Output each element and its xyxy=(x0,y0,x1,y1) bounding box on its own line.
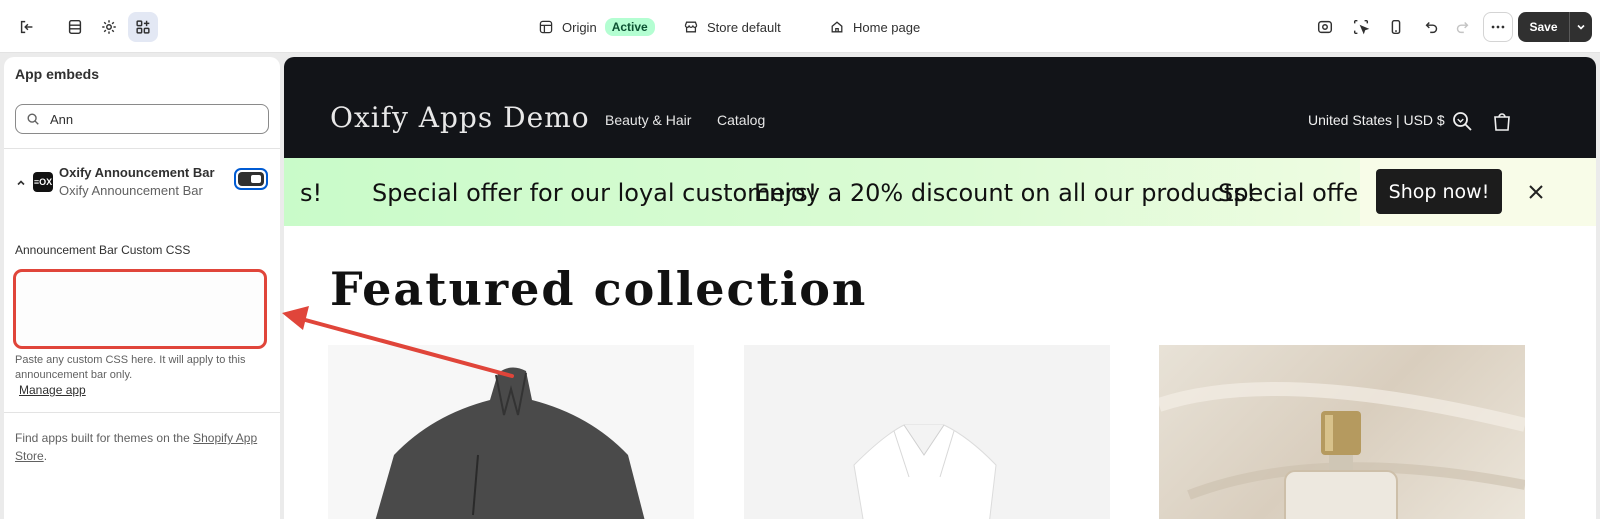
store-icon xyxy=(684,21,698,33)
currency-selector[interactable]: United States | USD $ xyxy=(1308,112,1466,128)
mobile-icon xyxy=(1391,19,1401,35)
search-icon xyxy=(27,113,39,125)
theme-settings-button[interactable] xyxy=(94,12,124,42)
search-field[interactable] xyxy=(15,104,269,134)
coat-image xyxy=(375,367,645,519)
save-button[interactable]: Save xyxy=(1518,12,1570,42)
inspector-button[interactable] xyxy=(1310,12,1340,42)
save-menu-button[interactable] xyxy=(1570,12,1592,42)
mobile-preview-button[interactable] xyxy=(1381,12,1411,42)
app-embeds-button[interactable] xyxy=(128,12,158,42)
divider xyxy=(4,148,280,149)
shirt-image xyxy=(853,424,997,519)
gear-icon xyxy=(102,20,116,34)
home-icon xyxy=(831,21,843,33)
currency-label: United States | USD $ xyxy=(1308,112,1445,128)
perfume-image xyxy=(1156,382,1527,519)
nav-link-catalog[interactable]: Catalog xyxy=(717,112,765,128)
app-store-note-text: Find apps built for themes on the xyxy=(15,431,194,445)
sections-icon xyxy=(68,19,82,35)
app-store-note: Find apps built for themes on the Shopif… xyxy=(15,429,270,465)
app-embed-subtitle: Oxify Announcement Bar xyxy=(59,183,203,198)
exit-button[interactable] xyxy=(12,12,42,42)
toggle-track xyxy=(238,172,264,186)
custom-css-help: Paste any custom CSS here. It will apply… xyxy=(15,354,246,381)
announcement-fragment: s! xyxy=(300,179,323,207)
note-period: . xyxy=(43,449,48,463)
app-logo-icon: ≡OX xyxy=(33,172,53,192)
storefront-preview: Oxify Apps Demo Beauty & Hair Catalog Un… xyxy=(284,57,1596,519)
select-element-button[interactable] xyxy=(1346,12,1376,42)
custom-css-textarea[interactable] xyxy=(13,269,267,349)
store-label: Store default xyxy=(707,19,781,35)
cart-icon[interactable] xyxy=(1491,110,1513,132)
product-card-coat[interactable] xyxy=(328,345,694,519)
divider xyxy=(4,412,280,413)
app-embed-toggle[interactable] xyxy=(234,168,268,190)
redo-button[interactable] xyxy=(1447,12,1477,42)
announcement-message: Special offer for our loyal customers! xyxy=(372,179,818,207)
chevron-down-icon xyxy=(1577,24,1585,30)
editor-topbar: Origin Active Store default Home page Sa… xyxy=(0,0,1600,53)
store-selector[interactable]: Store default xyxy=(683,17,781,37)
product-card-perfume[interactable] xyxy=(1156,345,1527,519)
save-button-group: Save xyxy=(1518,12,1592,42)
panel-title: App embeds xyxy=(15,66,100,82)
store-header: Oxify Apps Demo Beauty & Hair Catalog Un… xyxy=(284,57,1596,158)
undo-icon xyxy=(1425,21,1438,34)
search-icon[interactable] xyxy=(1451,110,1473,132)
more-actions-button[interactable] xyxy=(1483,12,1513,42)
close-icon[interactable] xyxy=(1526,182,1546,202)
toggle-knob xyxy=(251,175,261,183)
status-badge: Active xyxy=(604,18,655,36)
app-embeds-panel: App embeds ≡OX Oxify Announcement Bar Ox… xyxy=(4,57,280,519)
nav-link-beauty-hair[interactable]: Beauty & Hair xyxy=(605,112,691,128)
redo-icon xyxy=(1456,21,1469,34)
search-input[interactable] xyxy=(50,111,250,127)
theme-name: Origin xyxy=(562,19,597,35)
section-title: Featured collection xyxy=(330,262,868,316)
undo-button[interactable] xyxy=(1417,12,1447,42)
exit-icon xyxy=(20,20,33,34)
layout-icon xyxy=(539,20,553,34)
manage-app-link[interactable]: Manage app xyxy=(19,383,86,397)
custom-css-label: Announcement Bar Custom CSS xyxy=(15,243,191,257)
apps-icon xyxy=(136,20,150,34)
collapse-chevron-icon[interactable] xyxy=(15,177,27,189)
cursor-icon xyxy=(1353,19,1370,35)
announcement-bar: s! Special offer for our loyal customers… xyxy=(284,158,1596,226)
sections-button[interactable] xyxy=(60,12,90,42)
announcement-message: Enjoy a 20% discount on all our products… xyxy=(754,179,1256,207)
page-label: Home page xyxy=(853,19,921,35)
inspect-icon xyxy=(1317,20,1333,34)
theme-selector[interactable]: Origin Active xyxy=(538,17,655,37)
app-embed-name: Oxify Announcement Bar xyxy=(59,165,215,180)
store-logo[interactable]: Oxify Apps Demo xyxy=(330,101,590,134)
more-icon xyxy=(1491,25,1505,29)
product-card-shirt[interactable] xyxy=(744,345,1110,519)
page-selector[interactable]: Home page xyxy=(829,17,920,37)
shop-now-button[interactable]: Shop now! xyxy=(1376,169,1502,214)
